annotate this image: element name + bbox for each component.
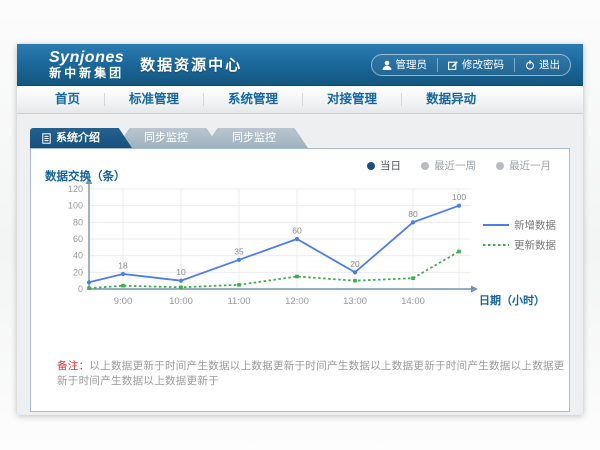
edit-icon <box>448 60 458 70</box>
line-chart: 0 20 40 60 80 100 120数据交换（条） 日期（小时） 9:00 10:00 11:… <box>39 167 559 317</box>
svg-text:12:00: 12:00 <box>285 296 309 307</box>
svg-text:20: 20 <box>73 267 83 277</box>
svg-text:9:00: 9:00 <box>114 296 133 307</box>
svg-text:40: 40 <box>73 251 83 261</box>
svg-text:60: 60 <box>73 234 83 244</box>
logo: Synjones 新中新集团 <box>49 50 124 79</box>
range-option-last-month[interactable]: 最近一月 <box>496 158 551 173</box>
user-toolbar: 管理员 修改密码 退出 <box>371 54 572 76</box>
nav-item-data-changes[interactable]: 数据异动 <box>401 93 500 106</box>
range-option-last-week[interactable]: 最近一周 <box>421 158 476 173</box>
content-area: 系统介绍 同步监控 同步监控 当日 最近一周 <box>17 114 583 415</box>
svg-text:100: 100 <box>68 201 83 211</box>
range-option-label: 最近一月 <box>509 158 551 173</box>
tab-sync-monitor-2[interactable]: 同步监控 <box>204 128 308 148</box>
svg-text:11:00: 11:00 <box>227 296 250 307</box>
tab-label: 同步监控 <box>232 128 276 148</box>
main-nav: 首页 标准管理 系统管理 对接管理 数据异动 <box>17 86 583 114</box>
tab-system-intro[interactable]: 系统介绍 <box>30 128 132 148</box>
svg-text:10:00: 10:00 <box>169 296 193 307</box>
footnote-text: 以上数据更新于时间产生数据以上数据更新于时间产生数据以上数据更新于时间产生数据以… <box>57 360 565 387</box>
range-option-label: 最近一周 <box>434 158 476 173</box>
current-user-label: 管理员 <box>396 57 428 72</box>
document-icon <box>42 133 51 144</box>
svg-text:13:00: 13:00 <box>343 296 367 307</box>
nav-item-home[interactable]: 首页 <box>31 93 104 106</box>
svg-text:80: 80 <box>73 217 83 227</box>
svg-text:60: 60 <box>292 226 302 236</box>
svg-text:18: 18 <box>118 261 128 271</box>
change-password-button[interactable]: 修改密码 <box>437 58 514 72</box>
logout-button[interactable]: 退出 <box>514 58 570 72</box>
footnote: 备注：以上数据更新于时间产生数据以上数据更新于时间产生数据以上数据更新于时间产生… <box>31 358 569 388</box>
app-header: Synjones 新中新集团 数据资源中心 管理员 修改密码 退出 <box>17 44 583 86</box>
radio-unselected-icon <box>496 162 504 170</box>
tab-sync-monitor-1[interactable]: 同步监控 <box>116 128 220 148</box>
app-window: Synjones 新中新集团 数据资源中心 管理员 修改密码 退出 首页 标准管… <box>17 44 583 415</box>
nav-item-system-mgmt[interactable]: 系统管理 <box>203 93 302 106</box>
nav-item-integration-mgmt[interactable]: 对接管理 <box>302 93 401 106</box>
svg-text:10: 10 <box>176 267 186 277</box>
svg-text:20: 20 <box>350 259 360 269</box>
radio-selected-icon <box>367 162 375 170</box>
chart-panel: 当日 最近一周 最近一月 0 20 40 60 80 100 120数据交换（条） 日期（小时… <box>30 148 570 412</box>
svg-text:日期（小时）: 日期（小时） <box>479 293 545 307</box>
nav-item-standard-mgmt[interactable]: 标准管理 <box>104 93 203 106</box>
svg-text:更新数据: 更新数据 <box>514 239 556 252</box>
change-password-label: 修改密码 <box>462 57 504 72</box>
range-option-label: 当日 <box>380 158 401 173</box>
svg-text:120: 120 <box>68 184 83 194</box>
tab-bar: 系统介绍 同步监控 同步监控 <box>30 128 570 148</box>
tab-label: 同步监控 <box>144 128 188 148</box>
power-icon <box>525 60 535 70</box>
svg-text:100: 100 <box>452 192 466 202</box>
footnote-label: 备注： <box>57 360 89 372</box>
svg-text:新增数据: 新增数据 <box>514 219 556 232</box>
svg-text:0: 0 <box>78 284 83 294</box>
svg-text:数据交换（条）: 数据交换（条） <box>45 169 126 183</box>
time-range-options: 当日 最近一周 最近一月 <box>367 158 551 173</box>
svg-text:35: 35 <box>234 246 244 256</box>
logo-wordmark: Synjones <box>49 50 124 67</box>
chart-area: 0 20 40 60 80 100 120数据交换（条） 日期（小时） 9:00 10:00 11:… <box>31 149 569 322</box>
range-option-today[interactable]: 当日 <box>367 158 401 173</box>
app-title: 数据资源中心 <box>140 54 242 75</box>
radio-unselected-icon <box>421 162 429 170</box>
tab-label: 系统介绍 <box>56 128 100 148</box>
svg-text:14:00: 14:00 <box>401 296 425 307</box>
user-icon <box>382 60 392 70</box>
current-user-button[interactable]: 管理员 <box>372 58 438 72</box>
logout-label: 退出 <box>539 57 560 72</box>
svg-text:80: 80 <box>408 209 418 219</box>
logo-company-name: 新中新集团 <box>49 67 124 80</box>
